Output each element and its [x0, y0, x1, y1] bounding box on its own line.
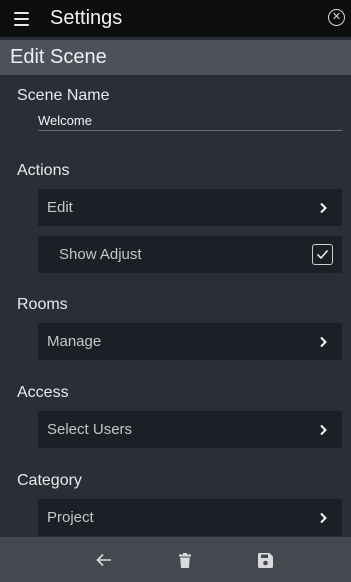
category-value: Project: [47, 509, 94, 526]
category-row[interactable]: Project: [38, 499, 342, 536]
select-users-label: Select Users: [47, 421, 133, 438]
chevron-right-icon: [316, 335, 330, 349]
actions-label: Actions: [17, 162, 70, 179]
chevron-right-icon: [316, 201, 330, 215]
rooms-label: Rooms: [17, 296, 68, 313]
edit-row[interactable]: Edit: [38, 189, 342, 226]
arrow-left-icon[interactable]: [94, 550, 114, 570]
manage-rooms-row[interactable]: Manage: [38, 323, 342, 360]
bottom-toolbar: [0, 537, 351, 582]
show-adjust-checkbox[interactable]: [312, 244, 333, 265]
page-header: Edit Scene: [0, 40, 351, 75]
chevron-right-icon: [316, 511, 330, 525]
close-icon[interactable]: ✕: [328, 9, 345, 26]
top-app-bar: Settings ✕: [0, 0, 351, 37]
check-icon: [316, 249, 329, 260]
app-title: Settings: [50, 7, 123, 29]
edit-label: Edit: [47, 199, 73, 216]
select-users-row[interactable]: Select Users: [38, 411, 342, 448]
floppy-disk-icon[interactable]: [255, 550, 275, 570]
menu-icon[interactable]: [14, 9, 40, 29]
access-label: Access: [17, 384, 69, 401]
category-label: Category: [17, 472, 82, 489]
edit-scene-form: Scene Name Welcome Actions Edit Show Adj…: [0, 75, 351, 537]
chevron-right-icon: [316, 423, 330, 437]
show-adjust-label: Show Adjust: [59, 246, 142, 263]
scene-name-label: Scene Name: [17, 87, 110, 104]
show-adjust-row[interactable]: Show Adjust: [38, 236, 342, 273]
scene-name-input[interactable]: Welcome: [38, 109, 342, 131]
page-title: Edit Scene: [10, 46, 107, 68]
trash-icon[interactable]: [175, 550, 195, 570]
manage-label: Manage: [47, 333, 102, 350]
